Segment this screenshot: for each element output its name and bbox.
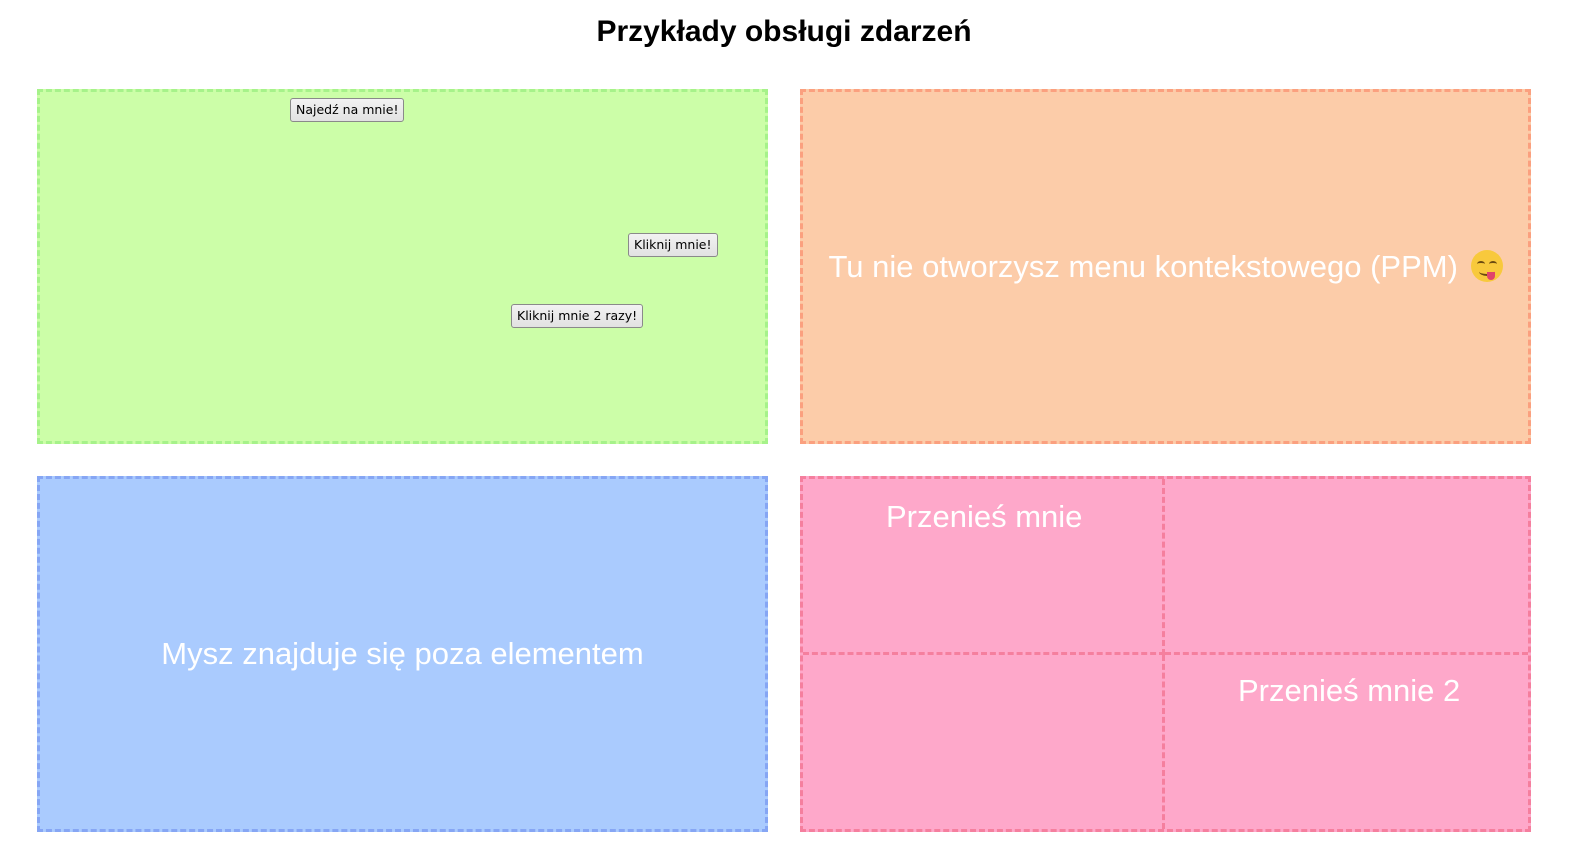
- face-savoring-food-icon: [1470, 249, 1503, 282]
- context-menu-message: Tu nie otworzysz menu kontekstowego (PPM…: [828, 247, 1503, 287]
- draggable-item-2[interactable]: Przenieś mnie 2: [1238, 671, 1460, 711]
- double-click-me-button[interactable]: Kliknij mnie 2 razy!: [511, 304, 644, 328]
- drop-zone[interactable]: [803, 655, 1165, 829]
- page-title: Przykłady obsługi zdarzeń: [596, 15, 972, 48]
- click-me-button[interactable]: Kliknij mnie!: [628, 233, 718, 257]
- draggable-item-1[interactable]: Przenieś mnie: [886, 497, 1082, 537]
- drop-zone[interactable]: [1165, 479, 1528, 655]
- context-menu-blocked-panel[interactable]: Tu nie otworzysz menu kontekstowego (PPM…: [800, 89, 1531, 444]
- context-menu-text: Tu nie otworzysz menu kontekstowego (PPM…: [828, 248, 1458, 284]
- buttons-panel: Najedź na mnie! Kliknij mnie! Kliknij mn…: [37, 89, 768, 444]
- hover-me-button[interactable]: Najedź na mnie!: [290, 98, 405, 122]
- mouse-status-text: Mysz znajduje się poza elementem: [161, 636, 644, 671]
- drag-drop-panel: Przenieś mnie Przenieś mnie 2: [800, 476, 1531, 832]
- mouse-hover-status-panel[interactable]: Mysz znajduje się poza elementem: [37, 476, 768, 832]
